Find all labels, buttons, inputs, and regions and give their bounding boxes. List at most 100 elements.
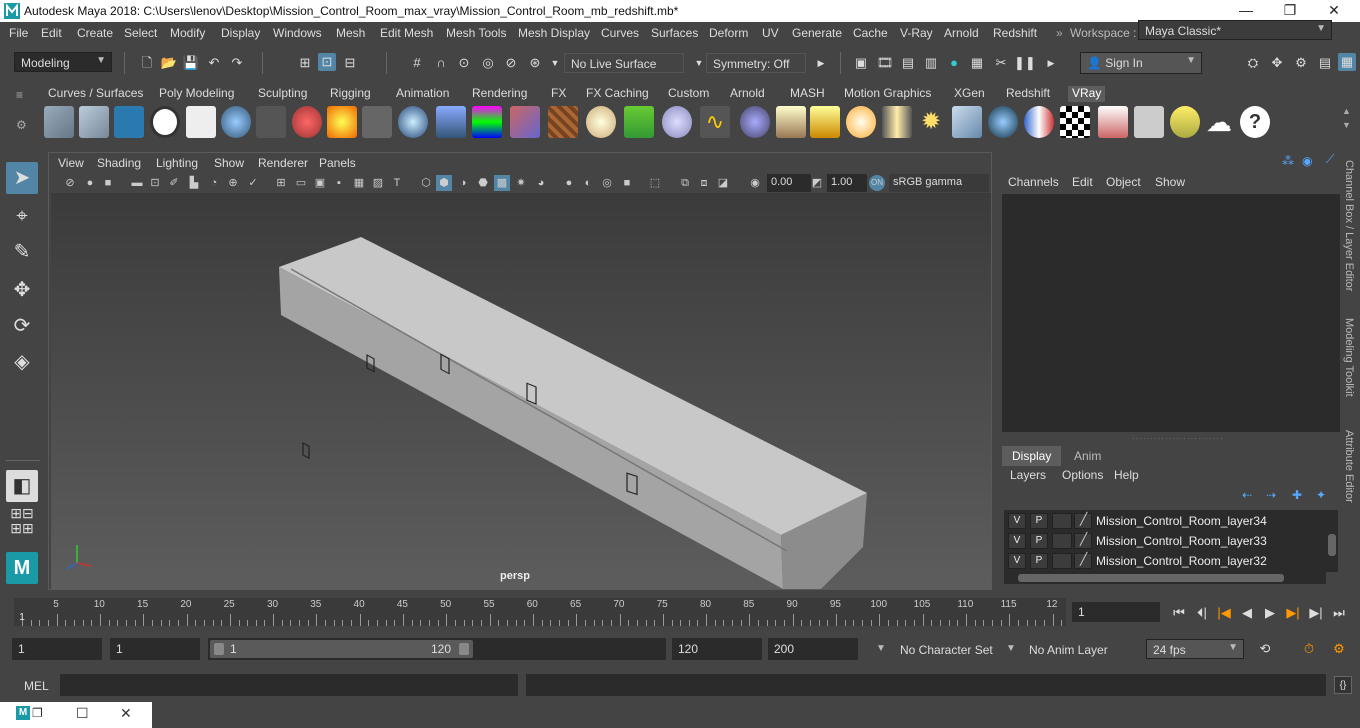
smooth-shade-icon[interactable]: ⬢ bbox=[436, 175, 452, 191]
menu-edit[interactable]: Edit bbox=[41, 26, 62, 40]
menu-windows[interactable]: Windows bbox=[273, 26, 322, 40]
close-icon[interactable]: ✕ bbox=[120, 705, 132, 722]
tab-anim[interactable]: Anim bbox=[1064, 446, 1111, 466]
lasso-tool-icon[interactable]: ⌖ bbox=[6, 200, 38, 232]
side-tab-attribute-editor[interactable]: Attribute Editor bbox=[1343, 430, 1355, 503]
minimize-button[interactable]: — bbox=[1224, 2, 1268, 20]
menu-display[interactable]: Display bbox=[221, 26, 260, 40]
vray-logo-icon[interactable] bbox=[150, 106, 180, 138]
shelf-tab-rendering[interactable]: Rendering bbox=[468, 86, 531, 102]
shelf-tab-fx-caching[interactable]: FX Caching bbox=[582, 86, 653, 102]
layer-name[interactable]: Mission_Control_Room_layer34 bbox=[1096, 514, 1267, 528]
shadows-icon[interactable]: ◕ bbox=[533, 175, 549, 191]
shelf-tab-mash[interactable]: MASH bbox=[786, 86, 829, 102]
play-forward-icon[interactable]: ▶ bbox=[1261, 604, 1279, 622]
chevron-down-icon[interactable]: ▼ bbox=[1006, 643, 1016, 654]
menu-file[interactable]: File bbox=[9, 26, 28, 40]
render-frame-icon[interactable]: 🎞 bbox=[876, 54, 894, 72]
snap-curve-icon[interactable]: ∩ bbox=[432, 54, 450, 72]
menu-deform[interactable]: Deform bbox=[709, 26, 748, 40]
vray-globe-icon[interactable] bbox=[586, 106, 616, 138]
tool-settings-icon[interactable]: ⚙ bbox=[1292, 54, 1310, 72]
shelf-tab-arnold[interactable]: Arnold bbox=[726, 86, 769, 102]
layer-visibility-toggle[interactable]: V bbox=[1008, 533, 1026, 549]
viewport-menu-view[interactable]: View bbox=[58, 156, 84, 170]
layer-editor-toggle-icon[interactable]: ▦ bbox=[1338, 53, 1356, 71]
select-component-icon[interactable]: ⊟ bbox=[341, 54, 359, 72]
layer-list-horizontal-scrollbar[interactable] bbox=[1004, 572, 1326, 584]
shelf-menu-icon[interactable]: ≡ bbox=[16, 88, 23, 102]
current-frame-field[interactable]: 1 bbox=[1072, 602, 1160, 622]
gate-mask-icon[interactable]: ✓ bbox=[245, 175, 261, 191]
render-view-icon[interactable]: ▦ bbox=[968, 54, 986, 72]
new-layer-selected-icon[interactable]: ✦ bbox=[1316, 488, 1326, 502]
layer-name[interactable]: Mission_Control_Room_layer32 bbox=[1096, 554, 1267, 568]
attribute-icon[interactable]: ◉ bbox=[1302, 154, 1312, 168]
shelf-tab-motion-graphics[interactable]: Motion Graphics bbox=[840, 86, 935, 102]
color-management-icon[interactable]: ON bbox=[869, 175, 885, 191]
ambient-occlusion-icon[interactable]: ● bbox=[561, 175, 577, 191]
channel-box-area[interactable] bbox=[1002, 194, 1340, 432]
layer-display-type[interactable] bbox=[1052, 533, 1072, 549]
layer-visibility-toggle[interactable]: V bbox=[1008, 553, 1026, 569]
range-slider-fill[interactable]: 1 120 bbox=[210, 640, 473, 658]
scrollbar-thumb[interactable] bbox=[1018, 574, 1284, 582]
script-editor-icon[interactable]: {} bbox=[1334, 676, 1352, 694]
animation-end-field[interactable]: 200 bbox=[768, 638, 858, 660]
vray-proxy-icon[interactable] bbox=[548, 106, 578, 138]
snap-grid-icon[interactable]: # bbox=[408, 54, 426, 72]
range-end-handle[interactable] bbox=[459, 643, 469, 655]
shelf-tab-poly-modeling[interactable]: Poly Modeling bbox=[155, 86, 238, 102]
paint-select-tool-icon[interactable]: ✎ bbox=[6, 236, 38, 268]
playback-start-field[interactable]: 1 bbox=[110, 638, 200, 660]
shelf-tab-rigging[interactable]: Rigging bbox=[326, 86, 375, 102]
move-layer-down-icon[interactable]: ⇢ bbox=[1266, 488, 1276, 502]
menu-mesh[interactable]: Mesh bbox=[336, 26, 365, 40]
viewport-menu-lighting[interactable]: Lighting bbox=[156, 156, 198, 170]
menu-mesh-display[interactable]: Mesh Display bbox=[518, 26, 590, 40]
last-tool-icon[interactable] bbox=[8, 348, 40, 380]
tab-display[interactable]: Display bbox=[1002, 446, 1062, 466]
vray-frame-buffer-icon[interactable] bbox=[114, 106, 144, 138]
chevron-down-icon[interactable]: ▼ bbox=[876, 643, 886, 654]
select-tool-icon[interactable]: ➤ bbox=[6, 162, 38, 194]
step-back-icon[interactable]: ⏴︎| bbox=[1193, 604, 1211, 622]
auto-key-icon[interactable]: ⏱ bbox=[1300, 640, 1318, 658]
menu-surfaces[interactable]: Surfaces bbox=[651, 26, 698, 40]
shelf-tab-redshift[interactable]: Redshift bbox=[1002, 86, 1054, 102]
hypershade-icon[interactable]: ● bbox=[945, 54, 963, 72]
channel-box-toggle-icon[interactable]: ▤ bbox=[1316, 54, 1334, 72]
layer-playback-toggle[interactable]: P bbox=[1030, 533, 1048, 549]
camera-select-icon[interactable]: ⊘ bbox=[62, 175, 78, 191]
go-to-end-icon[interactable]: ⏭ bbox=[1330, 604, 1348, 622]
motion-blur-icon[interactable]: ◐ bbox=[580, 175, 596, 191]
vray-sunlight-icon[interactable]: ✹ bbox=[916, 106, 946, 138]
quick-layout-icons[interactable]: ⊞⊟ ⊞⊞ bbox=[6, 506, 38, 536]
redo-icon[interactable]: ↷ bbox=[228, 54, 246, 72]
menu-redshift[interactable]: Redshift bbox=[993, 26, 1037, 40]
vray-mesh-light-icon[interactable] bbox=[510, 106, 540, 138]
vray-ies-light-icon[interactable] bbox=[472, 106, 502, 138]
vray-volume-icon[interactable] bbox=[882, 106, 912, 138]
vray-instancer-icon[interactable] bbox=[662, 106, 692, 138]
preferences-icon[interactable]: ⚙ bbox=[1330, 640, 1348, 658]
xray-components-icon[interactable]: ◪ bbox=[715, 175, 731, 191]
range-start-handle[interactable] bbox=[214, 643, 224, 655]
open-scene-icon[interactable]: 📂 bbox=[160, 54, 178, 72]
isolate-select-icon[interactable]: ⬚ bbox=[647, 175, 663, 191]
resolution-gate-icon[interactable]: ▣ bbox=[312, 175, 328, 191]
layer-name[interactable]: Mission_Control_Room_layer33 bbox=[1096, 534, 1267, 548]
menu-curves[interactable]: Curves bbox=[601, 26, 639, 40]
shelf-tab-fx[interactable]: FX bbox=[547, 86, 570, 102]
prev-key-icon[interactable]: |◀ bbox=[1215, 604, 1233, 622]
vray-bulb-icon[interactable] bbox=[1170, 106, 1200, 138]
workspace-dropdown[interactable]: Maya Classic* ▼ bbox=[1138, 20, 1332, 40]
restore-icon[interactable]: ❐ bbox=[32, 706, 43, 720]
anim-layer-label[interactable]: No Anim Layer bbox=[1029, 643, 1108, 657]
vray-light-sphere-icon[interactable] bbox=[740, 106, 770, 138]
next-key-icon[interactable]: ▶| bbox=[1284, 604, 1302, 622]
render-settings-icon[interactable]: ▥ bbox=[922, 54, 940, 72]
layer-menu-layers[interactable]: Layers bbox=[1010, 468, 1046, 482]
snap-point-icon[interactable]: ⊙ bbox=[455, 54, 473, 72]
vray-checker-icon[interactable] bbox=[1060, 106, 1090, 138]
